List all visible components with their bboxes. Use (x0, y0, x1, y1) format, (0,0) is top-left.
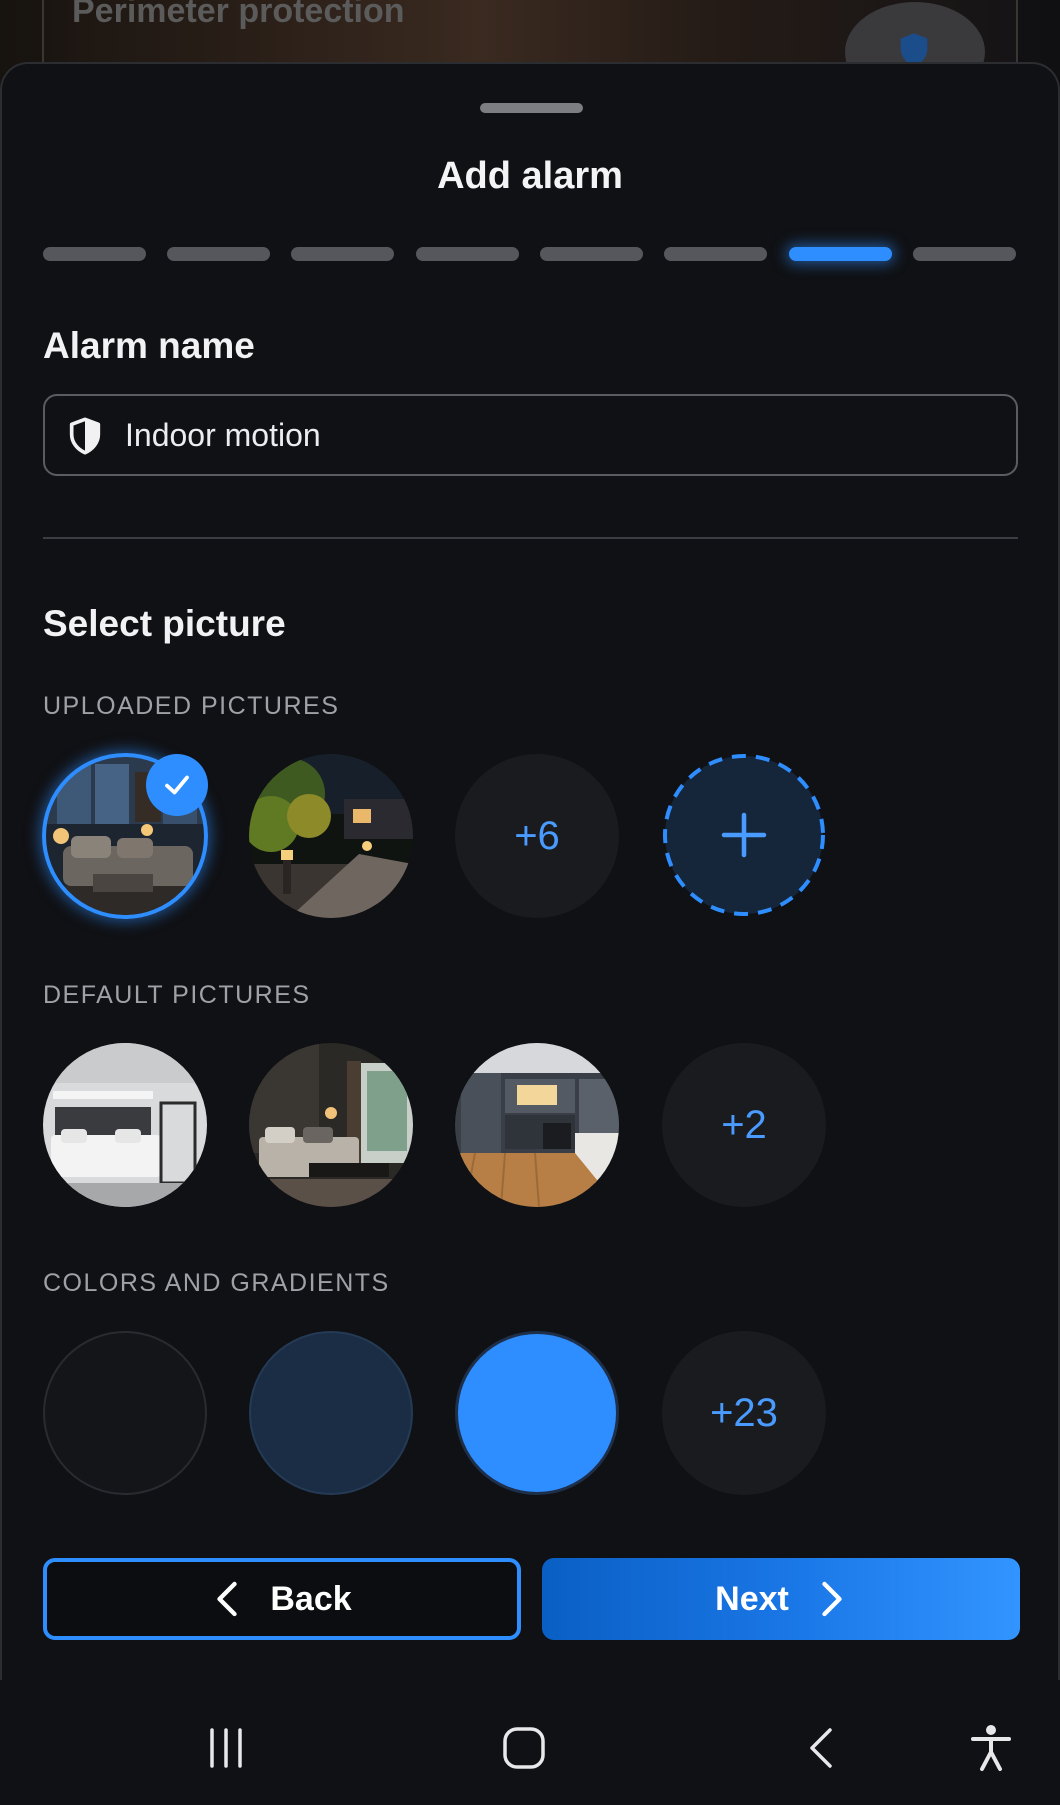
progress-step (664, 247, 767, 261)
color-swatch-blue[interactable] (455, 1331, 619, 1495)
default-more-button[interactable]: +2 (662, 1043, 826, 1207)
back-button[interactable]: Back (43, 1558, 521, 1640)
shield-half-icon (69, 417, 101, 455)
back-icon[interactable] (804, 1726, 838, 1770)
recent-apps-icon[interactable] (204, 1726, 248, 1770)
default-picture-kitchen[interactable] (455, 1043, 619, 1207)
uploaded-picture-garden[interactable] (249, 754, 413, 918)
alarm-name-heading: Alarm name (43, 325, 255, 366)
progress-step-current (789, 247, 892, 261)
alarm-name-field[interactable] (43, 394, 1018, 476)
selected-check-icon (146, 754, 208, 816)
progress-step (416, 247, 519, 261)
background-title: Perimeter protection (72, 0, 405, 30)
alarm-name-input[interactable] (125, 410, 995, 460)
accessibility-icon[interactable] (970, 1724, 1012, 1772)
next-button[interactable]: Next (542, 1558, 1020, 1640)
step-progress (43, 247, 1019, 261)
home-icon[interactable] (502, 1726, 546, 1770)
uploaded-more-button[interactable]: +6 (455, 754, 619, 918)
color-swatch-dark[interactable] (43, 1331, 207, 1495)
progress-step (540, 247, 643, 261)
progress-step (913, 247, 1016, 261)
next-button-label: Next (715, 1579, 789, 1618)
color-swatch-navy[interactable] (249, 1331, 413, 1495)
colors-label: COLORS AND GRADIENTS (43, 1269, 390, 1297)
divider (43, 537, 1018, 539)
chevron-left-icon (217, 1581, 238, 1617)
select-picture-heading: Select picture (43, 603, 286, 644)
default-picture-white-bedroom[interactable] (43, 1043, 207, 1207)
uploaded-pictures-label: UPLOADED PICTURES (43, 692, 340, 720)
colors-more-button[interactable]: +23 (662, 1331, 826, 1495)
progress-step (167, 247, 270, 261)
progress-step (43, 247, 146, 261)
default-picture-dark-bedroom[interactable] (249, 1043, 413, 1207)
sheet-title: Add alarm (437, 155, 623, 197)
chevron-right-icon (822, 1581, 842, 1617)
back-button-label: Back (270, 1579, 352, 1618)
add-picture-button[interactable] (662, 753, 826, 917)
default-pictures-label: DEFAULT PICTURES (43, 981, 311, 1009)
sheet-drag-handle[interactable] (480, 103, 583, 113)
progress-step (291, 247, 394, 261)
